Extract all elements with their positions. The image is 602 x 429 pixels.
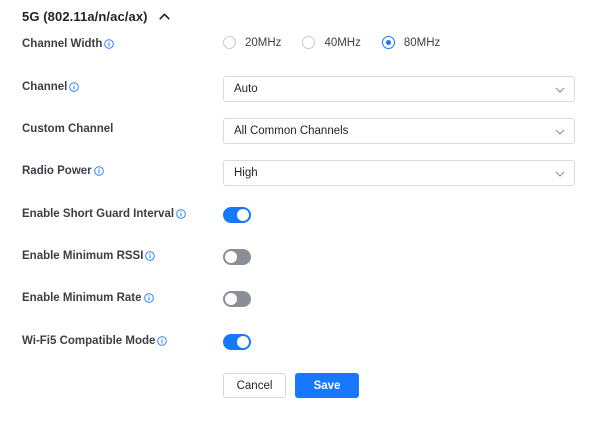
radio-80mhz[interactable]: 80MHz [381, 36, 441, 49]
short-guard-interval-label: Enable Short Guard Interval [22, 208, 186, 220]
info-icon[interactable] [93, 166, 104, 176]
custom-channel-select-value: All Common Channels [234, 125, 349, 137]
info-icon[interactable] [176, 209, 186, 219]
short-guard-interval-toggle[interactable] [223, 207, 251, 223]
radio-label-40mhz: 40MHz [324, 36, 361, 49]
toggle-knob [225, 293, 237, 305]
channel-width-row: Channel Width 20MHz 40MHz 80MHz [0, 33, 602, 59]
channel-label: Channel [22, 81, 80, 93]
wifi5-compatible-row: Wi-Fi5 Compatible Mode [0, 330, 602, 356]
radio-button[interactable] [223, 36, 236, 49]
radio-button[interactable] [381, 36, 395, 49]
info-icon[interactable] [143, 293, 154, 303]
wifi5-compatible-label: Wi-Fi5 Compatible Mode [22, 335, 168, 347]
cancel-button[interactable]: Cancel [223, 373, 286, 398]
toggle-knob [225, 251, 237, 263]
radio-button[interactable] [302, 36, 316, 49]
channel-width-radio-group: 20MHz 40MHz 80MHz [223, 36, 461, 49]
minimum-rssi-row: Enable Minimum RSSI [0, 245, 602, 271]
chevron-down-icon [555, 87, 565, 93]
radio-label-20mhz: 20MHz [245, 36, 282, 49]
minimum-rate-row: Enable Minimum Rate [0, 287, 602, 313]
save-button[interactable]: Save [295, 373, 359, 398]
radio-20mhz[interactable]: 20MHz [223, 36, 281, 49]
minimum-rssi-label: Enable Minimum RSSI [22, 250, 156, 262]
chevron-up-icon[interactable] [158, 10, 171, 23]
channel-select[interactable]: Auto [223, 76, 575, 102]
toggle-knob [237, 209, 249, 221]
info-icon[interactable] [69, 82, 80, 92]
chevron-down-icon [555, 129, 565, 135]
channel-select-value: Auto [234, 83, 258, 95]
info-icon[interactable] [104, 39, 115, 49]
section-header[interactable]: 5G (802.11a/n/ac/ax) [22, 9, 171, 24]
radio-label-80mhz: 80MHz [403, 36, 441, 49]
minimum-rate-label: Enable Minimum Rate [22, 292, 154, 304]
section-title: 5G (802.11a/n/ac/ax) [22, 9, 148, 24]
radio-40mhz[interactable]: 40MHz [302, 36, 361, 49]
radio-power-select-value: High [234, 167, 258, 179]
radio-power-select[interactable]: High [223, 160, 575, 186]
info-icon[interactable] [157, 336, 168, 346]
chevron-down-icon [555, 171, 565, 177]
radio-power-row: Radio Power High [0, 160, 602, 186]
channel-width-label: Channel Width [22, 38, 115, 50]
wifi5-compatible-toggle[interactable] [223, 334, 251, 350]
minimum-rssi-toggle[interactable] [223, 249, 251, 265]
channel-row: Channel Auto [0, 76, 602, 102]
custom-channel-select[interactable]: All Common Channels [223, 118, 575, 144]
toggle-knob [237, 336, 249, 348]
radio-power-label: Radio Power [22, 165, 104, 177]
info-icon[interactable] [145, 251, 156, 261]
minimum-rate-toggle[interactable] [223, 291, 251, 307]
custom-channel-row: Custom Channel All Common Channels [0, 118, 602, 144]
custom-channel-label: Custom Channel [22, 123, 114, 135]
short-guard-interval-row: Enable Short Guard Interval [0, 203, 602, 229]
